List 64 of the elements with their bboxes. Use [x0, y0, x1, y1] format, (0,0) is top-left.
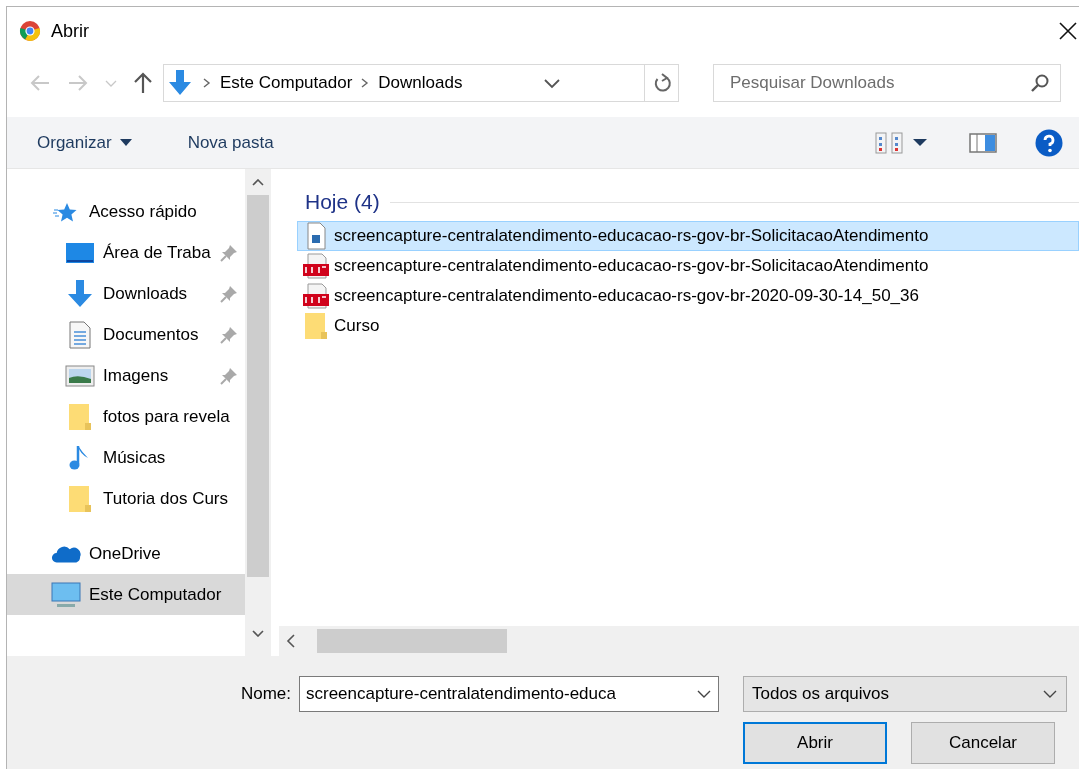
computer-icon — [51, 581, 81, 608]
sidebar-item[interactable]: Imagens — [7, 355, 245, 396]
caret-down-icon — [913, 138, 927, 147]
folder-icon — [68, 402, 92, 431]
sidebar-item[interactable]: fotos para revela — [7, 396, 245, 437]
chevron-down-icon — [696, 689, 712, 699]
pin-icon — [219, 242, 239, 263]
forward-icon — [67, 73, 89, 93]
pdf-file-icon — [302, 283, 330, 309]
file-item[interactable]: Curso — [297, 311, 1079, 341]
chevron-down-icon — [542, 76, 563, 90]
sidebar-item[interactable]: Documentos — [7, 314, 245, 355]
file-item[interactable]: screencapture-centralatendimento-educacao-rs-gov-br-SolicitacaoAtendimento — [297, 221, 1079, 251]
document-icon — [69, 320, 91, 349]
pin-icon — [219, 365, 239, 386]
horizontal-scrollbar[interactable] — [279, 626, 1079, 656]
pin-icon — [219, 324, 239, 345]
open-button[interactable]: Abrir — [743, 722, 887, 764]
back-icon — [29, 73, 51, 93]
folder-icon — [68, 484, 92, 513]
caret-down-icon — [119, 138, 132, 147]
file-type-dropdown[interactable]: Todos os arquivos — [743, 676, 1067, 712]
close-icon — [1059, 22, 1077, 40]
sidebar-item[interactable]: Músicas — [7, 437, 245, 478]
download-arrow-icon — [65, 278, 95, 309]
file-item[interactable]: screencapture-centralatendimento-educacao-rs-gov-br-SolicitacaoAtendimento — [297, 251, 1079, 281]
pdf-file-icon — [302, 253, 330, 279]
cancel-button[interactable]: Cancelar — [911, 722, 1055, 764]
sidebar-item[interactable]: Tutoria dos Curs — [7, 478, 245, 519]
search-box[interactable]: Pesquisar Downloads — [713, 64, 1061, 102]
view-list-icon — [875, 131, 905, 154]
address-bar[interactable]: Este Computador Downloads — [163, 64, 679, 102]
chevron-down-icon — [252, 630, 264, 637]
new-folder-button[interactable]: Nova pasta — [181, 125, 280, 160]
file-name-label: Nome: — [239, 683, 292, 706]
pin-icon — [219, 283, 239, 304]
help-icon — [1035, 128, 1063, 157]
breadcrumb-item[interactable]: Downloads — [372, 70, 469, 96]
chevron-down-icon — [1042, 689, 1058, 699]
folder-icon — [304, 312, 328, 340]
organize-button[interactable]: Organizar — [31, 125, 138, 160]
sidebar-item[interactable]: OneDrive — [7, 533, 245, 574]
browser-logo-icon — [19, 20, 41, 42]
chevron-down-icon — [105, 78, 117, 88]
scrollbar-thumb[interactable] — [317, 629, 507, 653]
sidebar-item[interactable]: Área de Traba — [7, 232, 245, 273]
file-item[interactable]: screencapture-centralatendimento-educacao-rs-gov-br-2020-09-30-14_50_36 — [297, 281, 1079, 311]
sidebar-item[interactable]: Downloads — [7, 273, 245, 314]
monitor-icon — [65, 241, 95, 264]
preview-pane-icon — [969, 131, 997, 154]
breadcrumb-item[interactable]: Este Computador — [214, 70, 359, 96]
image-icon — [65, 364, 95, 387]
search-icon — [1030, 73, 1050, 93]
image-file-icon — [305, 222, 327, 250]
file-name-combo[interactable]: screencapture-centralatendimento-educa — [299, 676, 719, 712]
sidebar-item[interactable]: Este Computador — [7, 574, 245, 615]
scrollbar-thumb[interactable] — [247, 195, 269, 577]
window-title: Abrir — [51, 19, 89, 43]
group-header: Hoje (4) — [305, 189, 380, 216]
up-arrow-icon — [133, 72, 153, 94]
chevron-up-icon — [252, 179, 264, 186]
vertical-scrollbar[interactable] — [245, 169, 271, 656]
sidebar-item[interactable]: Acesso rápido — [7, 191, 245, 232]
chevron-left-icon — [285, 633, 297, 649]
